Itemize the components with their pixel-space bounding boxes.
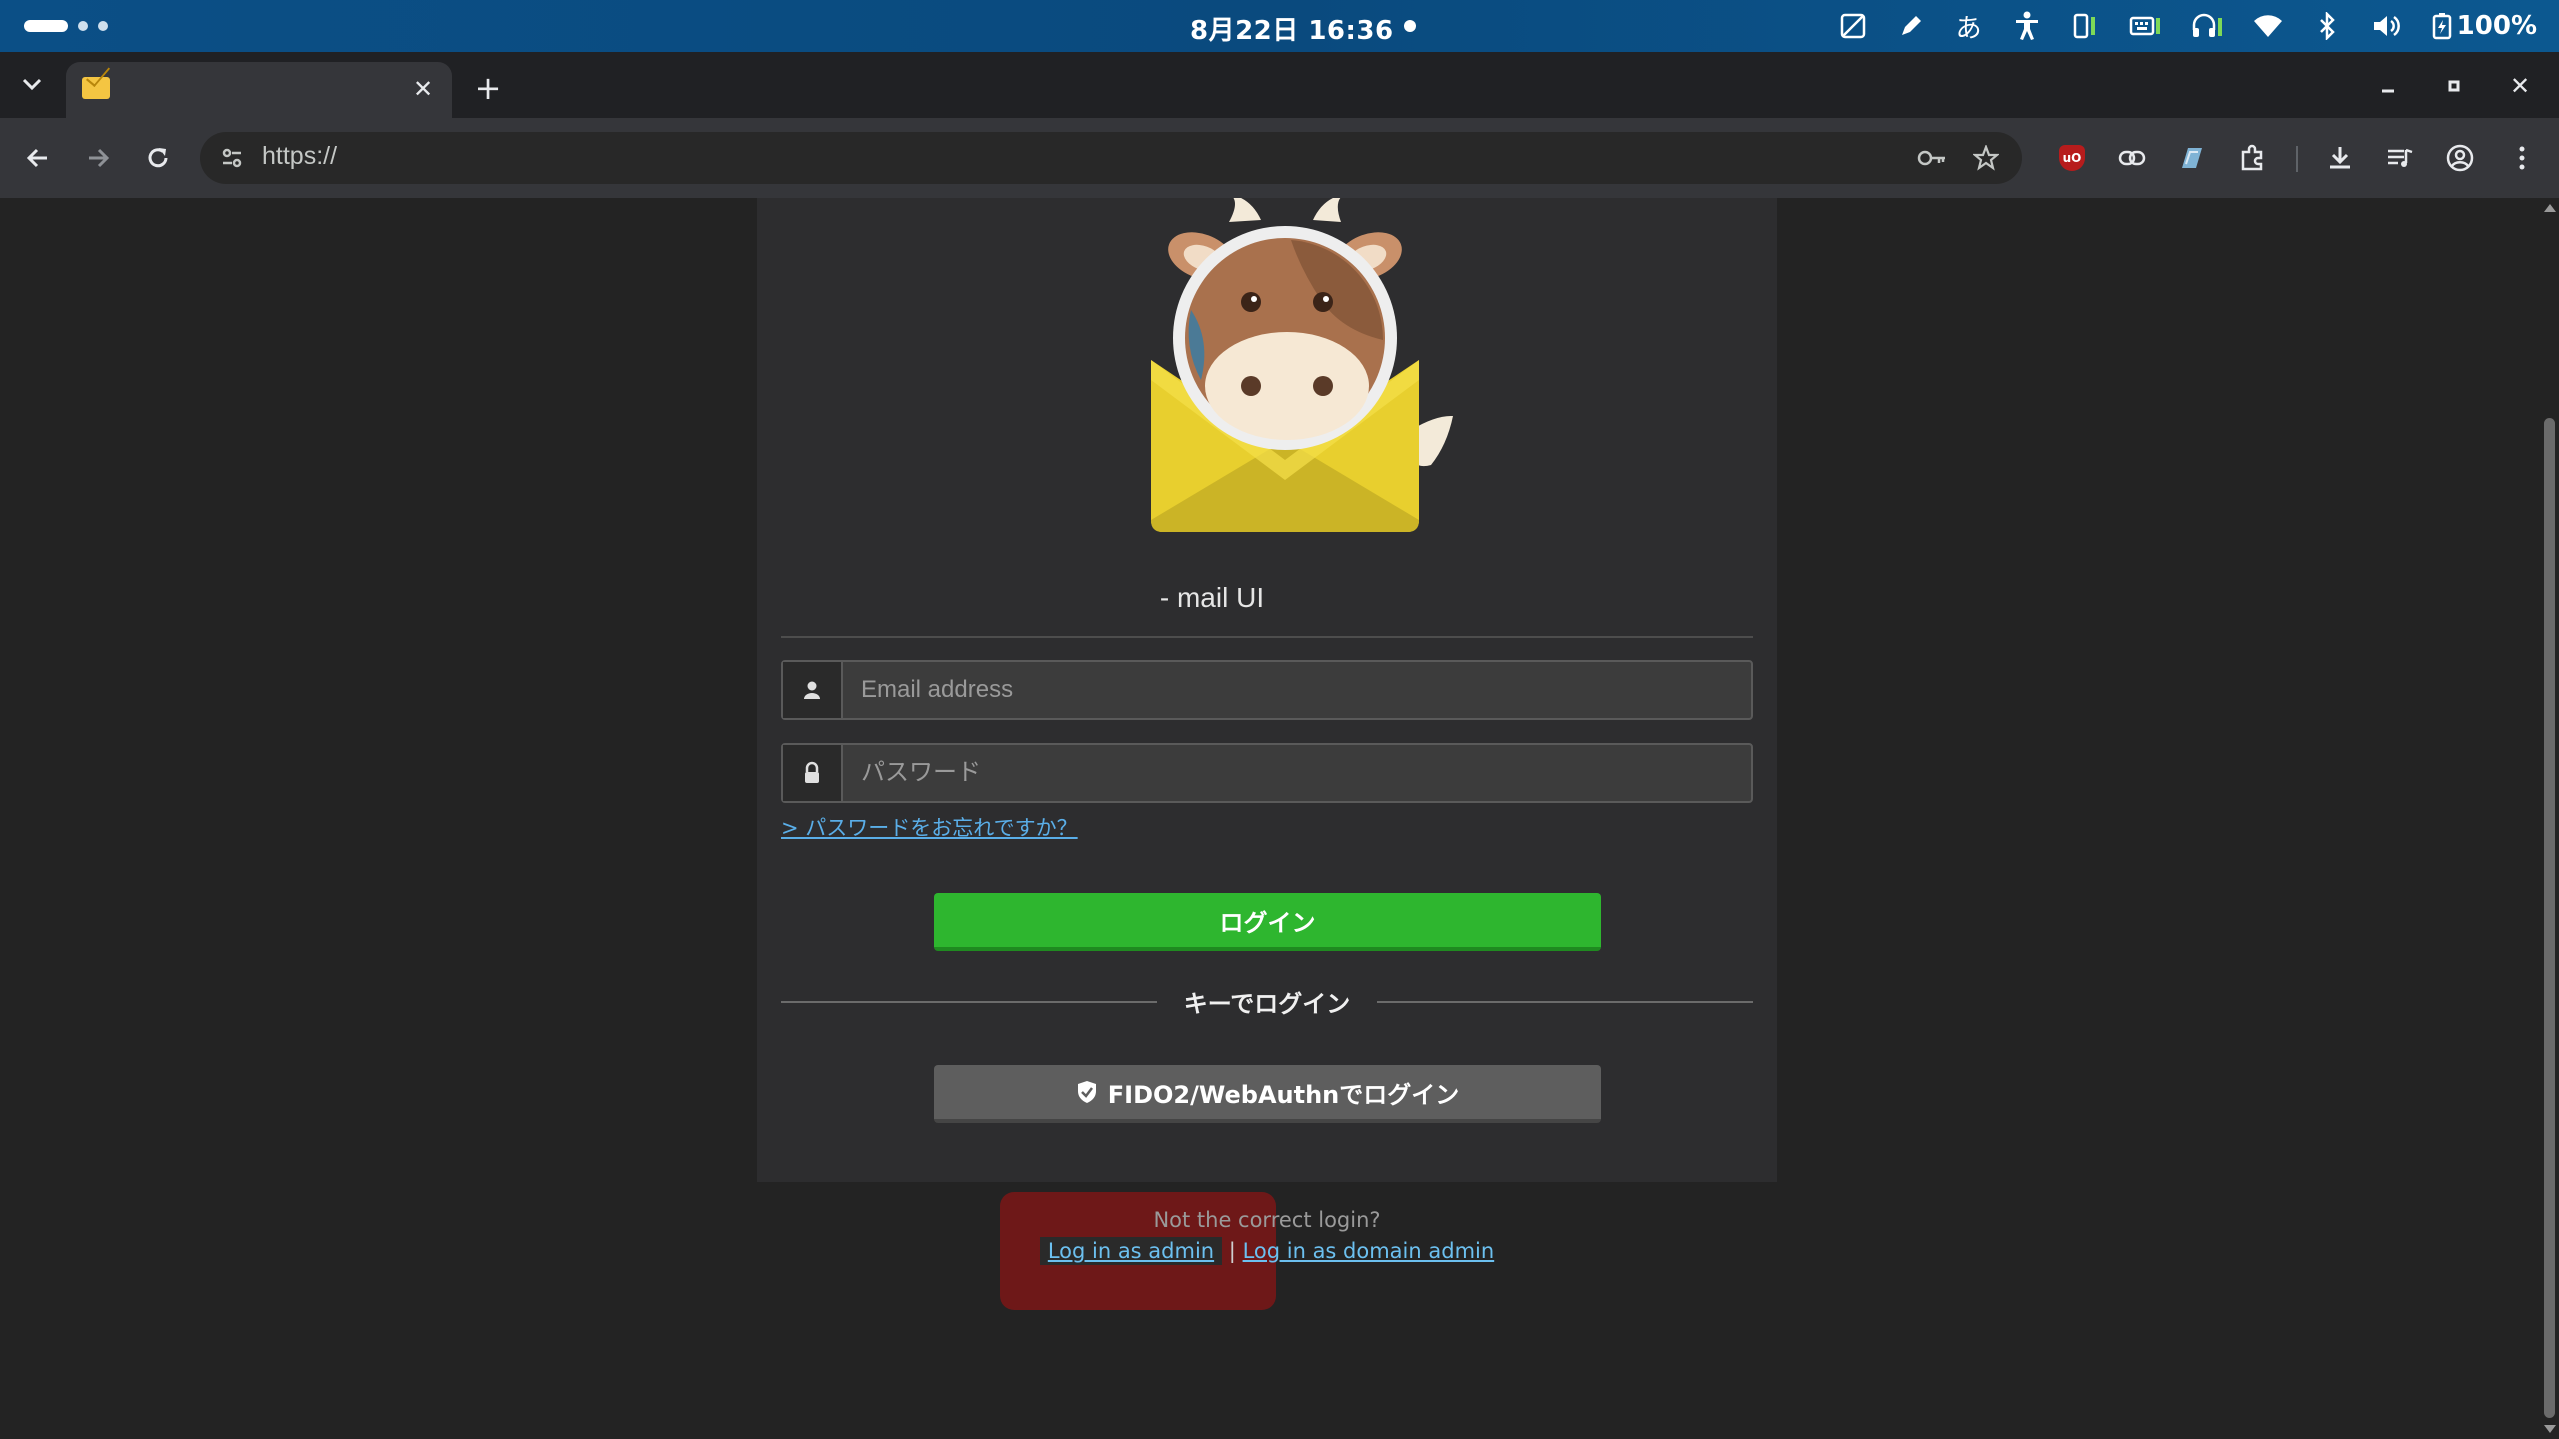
headset-battery-icon[interactable] bbox=[2191, 10, 2223, 42]
admin-login-links: Log in as admin | Log in as domain admin bbox=[757, 1237, 1777, 1265]
pen-icon[interactable] bbox=[1897, 10, 1925, 42]
active-tab[interactable]: ✕ bbox=[66, 62, 452, 118]
link-extension-icon[interactable] bbox=[2112, 138, 2152, 178]
page-title: - mail UI bbox=[1159, 582, 1265, 613]
translate-extension-icon[interactable] bbox=[2172, 138, 2212, 178]
login-as-domain-admin-link[interactable]: Log in as domain admin bbox=[1243, 1239, 1495, 1263]
workspace-indicator-active[interactable] bbox=[24, 20, 68, 32]
browser-toolbar: https:// uO bbox=[0, 118, 2559, 198]
password-key-icon[interactable] bbox=[1916, 142, 1948, 174]
toolbar-separator bbox=[2296, 146, 2298, 172]
scroll-down-arrow-icon[interactable] bbox=[2544, 1425, 2556, 1433]
workspace-indicator[interactable] bbox=[78, 21, 88, 31]
user-icon bbox=[783, 662, 843, 718]
lock-icon bbox=[783, 745, 843, 801]
password-input-group bbox=[781, 743, 1753, 803]
key-login-divider-right bbox=[1377, 1001, 1753, 1003]
extensions-puzzle-icon[interactable] bbox=[2232, 138, 2272, 178]
profile-avatar-icon[interactable] bbox=[2440, 138, 2480, 178]
bluetooth-icon[interactable] bbox=[2313, 10, 2341, 42]
media-queue-icon[interactable] bbox=[2380, 138, 2420, 178]
battery-status[interactable]: 100% bbox=[2431, 10, 2537, 42]
reload-icon[interactable] bbox=[138, 138, 178, 178]
minimize-window-icon[interactable] bbox=[2370, 68, 2406, 104]
system-tray[interactable]: あ 100% bbox=[1839, 8, 2537, 44]
title-divider bbox=[781, 636, 1753, 638]
not-correct-login-text: Not the correct login? bbox=[1153, 1208, 1381, 1232]
fido-login-label: FIDO2/WebAuthnでログイン bbox=[1107, 1080, 1460, 1109]
scrollbar-thumb[interactable] bbox=[2544, 418, 2555, 1418]
workspace-indicator[interactable] bbox=[98, 21, 108, 31]
no-brightness-icon[interactable] bbox=[1839, 10, 1867, 42]
download-icon[interactable] bbox=[2320, 138, 2360, 178]
system-status-bar: 8月22日 16:36 あ 100% bbox=[0, 0, 2559, 52]
system-clock[interactable]: 8月22日 16:36 bbox=[1190, 10, 1394, 47]
back-arrow-icon[interactable] bbox=[18, 138, 58, 178]
login-as-admin-link[interactable]: Log in as admin bbox=[1048, 1239, 1214, 1263]
fido-login-button[interactable]: FIDO2/WebAuthnでログイン bbox=[934, 1065, 1601, 1123]
forward-arrow-icon[interactable] bbox=[78, 138, 118, 178]
browser-tab-strip: ✕ + ✕ bbox=[0, 52, 2559, 118]
browser-menu-kebab-icon[interactable] bbox=[2502, 138, 2542, 178]
wifi-icon[interactable] bbox=[2253, 10, 2283, 42]
accessibility-icon[interactable] bbox=[2013, 10, 2041, 42]
shield-check-icon bbox=[1077, 1081, 1096, 1103]
keyboard-battery-icon[interactable] bbox=[2129, 10, 2161, 42]
phone-battery-icon[interactable] bbox=[2071, 10, 2099, 42]
volume-icon[interactable] bbox=[2371, 10, 2401, 42]
ime-indicator[interactable]: あ bbox=[1955, 10, 1983, 44]
bookmark-star-icon[interactable] bbox=[1970, 142, 2002, 174]
cow-mascot-logo-icon bbox=[1151, 198, 1453, 532]
notification-dot bbox=[1404, 20, 1416, 32]
link-separator: | bbox=[1228, 1239, 1236, 1263]
login-button[interactable]: ログイン bbox=[934, 893, 1601, 951]
scroll-up-arrow-icon[interactable] bbox=[2544, 204, 2556, 212]
battery-percent: 100% bbox=[2456, 11, 2537, 41]
url-text[interactable]: https:// bbox=[262, 142, 337, 171]
email-input-group bbox=[781, 660, 1753, 720]
ublock-extension-icon[interactable]: uO bbox=[2052, 138, 2092, 178]
page-scrollbar[interactable] bbox=[2540, 198, 2559, 1439]
mail-favicon-icon bbox=[82, 77, 110, 99]
close-window-icon[interactable]: ✕ bbox=[2502, 68, 2538, 104]
site-settings-icon[interactable] bbox=[218, 144, 246, 172]
maximize-window-icon[interactable] bbox=[2436, 68, 2472, 104]
page-viewport: - mail UI > パスワードをお忘れですか？ ログイン キーでログイン F… bbox=[0, 198, 2540, 1439]
tab-search-chevron-icon[interactable] bbox=[14, 66, 50, 102]
address-bar[interactable]: https:// bbox=[200, 132, 2022, 184]
login-card: - mail UI > パスワードをお忘れですか？ ログイン キーでログイン F… bbox=[757, 198, 1777, 1182]
password-input[interactable] bbox=[843, 745, 1751, 801]
email-input[interactable] bbox=[843, 662, 1751, 718]
tab-close-icon[interactable]: ✕ bbox=[408, 74, 438, 104]
forgot-password-link[interactable]: > パスワードをお忘れですか？ bbox=[781, 812, 1078, 842]
new-tab-plus-icon[interactable]: + bbox=[470, 69, 506, 107]
